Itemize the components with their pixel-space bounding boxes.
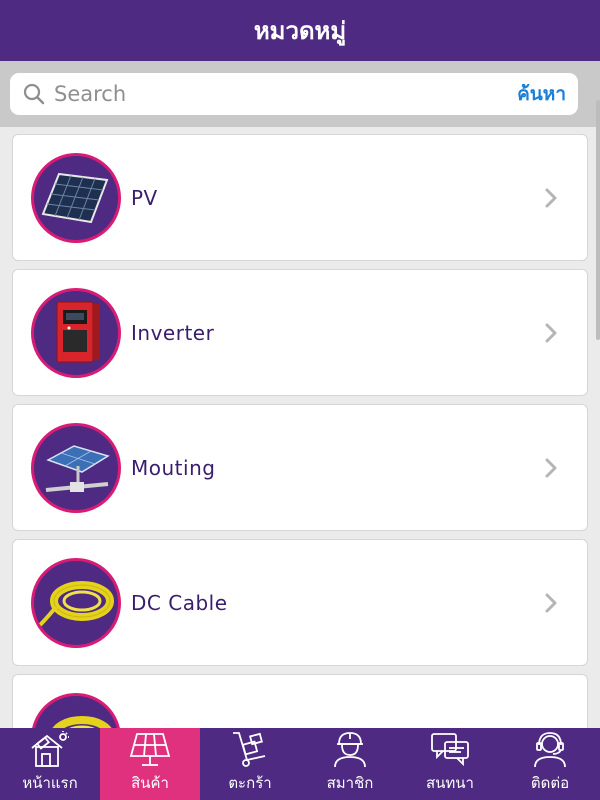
page-title: หมวดหมู่ bbox=[253, 17, 347, 45]
tab-products[interactable]: สินค้า bbox=[100, 728, 200, 800]
category-item-partial[interactable] bbox=[12, 674, 588, 728]
tab-contact[interactable]: ติดต่อ bbox=[500, 728, 600, 800]
worker-icon bbox=[328, 729, 372, 769]
tab-member[interactable]: สมาชิก bbox=[300, 728, 400, 800]
app-header: หมวดหมู่ bbox=[0, 0, 600, 61]
category-item-inverter[interactable]: Inverter bbox=[12, 269, 588, 396]
tab-label: ติดต่อ bbox=[530, 774, 570, 792]
solar-panel-icon bbox=[128, 729, 172, 769]
bottom-tab-bar: หน้าแรก สินค้า ตะกร้า สมาชิก สนทนา ติดต่… bbox=[0, 728, 600, 800]
category-label: PV bbox=[131, 185, 158, 210]
search-bar: ค้นหา bbox=[0, 61, 600, 127]
support-agent-icon bbox=[528, 729, 572, 769]
solar-panel-icon bbox=[31, 152, 121, 243]
chevron-right-icon bbox=[531, 448, 571, 488]
category-item-dc-cable[interactable]: DC Cable bbox=[12, 539, 588, 666]
hand-truck-icon bbox=[228, 729, 272, 769]
tab-cart[interactable]: ตะกร้า bbox=[200, 728, 300, 800]
chat-icon bbox=[428, 729, 472, 769]
tab-label: ตะกร้า bbox=[228, 774, 272, 792]
mounting-icon bbox=[31, 422, 121, 513]
home-solar-icon bbox=[28, 729, 72, 769]
cable-icon bbox=[31, 557, 121, 648]
chevron-right-icon bbox=[531, 313, 571, 353]
category-item-mouting[interactable]: Mouting bbox=[12, 404, 588, 531]
tab-home[interactable]: หน้าแรก bbox=[0, 728, 100, 800]
tab-label: หน้าแรก bbox=[22, 774, 78, 792]
cable-icon bbox=[31, 692, 121, 728]
category-label: Inverter bbox=[131, 320, 215, 345]
category-label: Mouting bbox=[131, 455, 216, 480]
tab-label: สนทนา bbox=[426, 774, 474, 792]
category-list: PV Inverter Mouting DC Cable bbox=[0, 127, 600, 728]
category-label: DC Cable bbox=[131, 590, 228, 615]
tab-chat[interactable]: สนทนา bbox=[400, 728, 500, 800]
category-item-pv[interactable]: PV bbox=[12, 134, 588, 261]
chevron-right-icon bbox=[531, 583, 571, 623]
search-box: ค้นหา bbox=[10, 73, 578, 115]
scrollbar[interactable] bbox=[596, 100, 600, 340]
search-button[interactable]: ค้นหา bbox=[517, 79, 566, 109]
search-input[interactable] bbox=[54, 82, 510, 106]
search-icon bbox=[22, 82, 46, 106]
tab-label: สมาชิก bbox=[326, 774, 374, 792]
inverter-icon bbox=[31, 287, 121, 378]
tab-label: สินค้า bbox=[131, 774, 169, 792]
chevron-right-icon bbox=[531, 178, 571, 218]
